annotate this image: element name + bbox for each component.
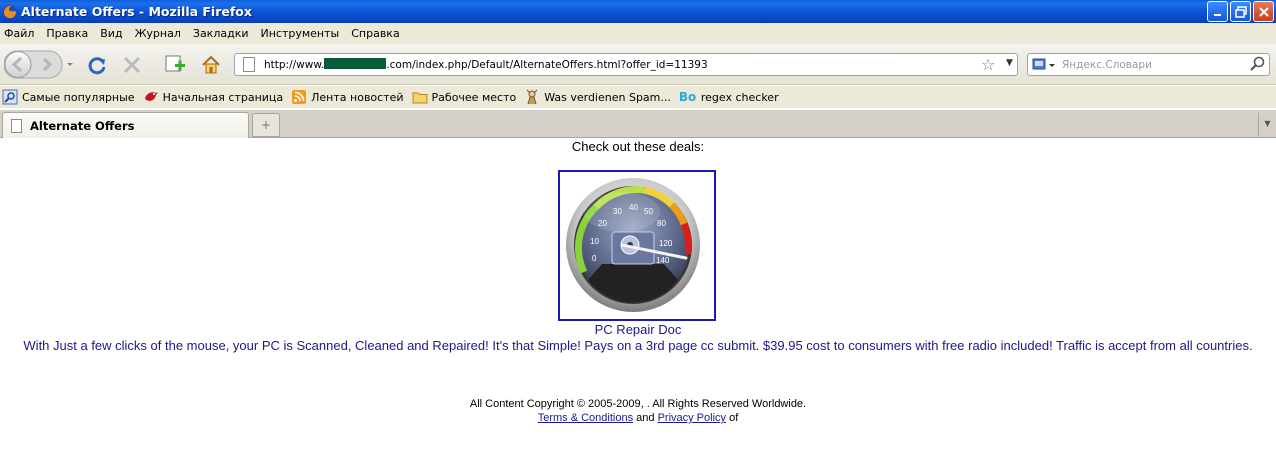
gauge-tick-label: 80 — [657, 219, 666, 228]
minimize-icon — [1213, 13, 1221, 16]
firefox-icon — [3, 4, 17, 19]
title-bar: Alternate Offers - Mozilla Firefox — [0, 0, 1276, 23]
reload-icon[interactable] — [86, 54, 108, 76]
menu-edit[interactable]: Правка — [46, 27, 88, 40]
and-text: and — [636, 412, 655, 424]
address-bar[interactable]: http://www. .com/index.php/Default/Altern… — [234, 53, 1018, 76]
tab-label: Alternate Offers — [30, 118, 135, 133]
privacy-link[interactable]: Privacy Policy — [658, 412, 726, 424]
back-forward-buttons[interactable] — [4, 50, 74, 79]
bo-icon: Bo — [678, 90, 697, 104]
puppet-icon — [526, 89, 538, 105]
redacted-block — [324, 58, 387, 69]
folder-icon — [412, 92, 428, 104]
url-dropdown-icon[interactable]: ▼ — [1006, 58, 1013, 68]
add-bookmark-icon[interactable] — [164, 54, 186, 76]
home-icon[interactable] — [200, 54, 222, 76]
menu-file[interactable]: Файл — [4, 27, 34, 40]
search-box[interactable]: Яндекс.Словари — [1027, 53, 1270, 76]
window-controls — [1207, 1, 1274, 22]
menu-tools[interactable]: Инструменты — [261, 27, 340, 40]
offer-description: With Just a few clicks of the mouse, you… — [23, 338, 1253, 353]
of-text: of — [729, 412, 739, 424]
maximize-button[interactable] — [1230, 1, 1251, 22]
bookmark-item[interactable]: Начальная страница — [143, 89, 283, 105]
menu-view[interactable]: Вид — [100, 27, 122, 40]
bookmark-item[interactable]: Bo regex checker — [679, 89, 779, 105]
menu-help[interactable]: Справка — [351, 27, 399, 40]
bookmark-item[interactable]: Лента новостей — [291, 89, 404, 105]
speedometer-image: 0 10 20 30 40 50 80 120 140 — [566, 178, 700, 312]
new-tab-button[interactable]: + — [252, 113, 280, 137]
tab-list-button[interactable]: ▼ — [1258, 113, 1276, 137]
menu-history[interactable]: Журнал — [135, 27, 181, 40]
url-text[interactable]: http://www. .com/index.php/Default/Altern… — [264, 58, 708, 71]
page-icon — [243, 57, 255, 72]
bookmark-star-icon[interactable]: ☆ — [981, 55, 995, 74]
bookmarks-toolbar: Самые популярные Начальная страница Лент… — [0, 86, 1276, 108]
window-title: Alternate Offers - Mozilla Firefox — [21, 4, 252, 19]
rss-icon — [292, 90, 307, 104]
search-icon — [2, 89, 18, 105]
search-engine-icon[interactable] — [1032, 57, 1056, 73]
close-button[interactable] — [1253, 1, 1274, 22]
gauge-tick-label: 140 — [656, 256, 670, 265]
stop-icon[interactable] — [121, 54, 143, 76]
restore-icon — [1234, 5, 1247, 18]
bookmark-item[interactable]: Самые популярные — [2, 89, 135, 105]
search-placeholder: Яндекс.Словари — [1062, 59, 1152, 71]
offer-image-link[interactable]: 0 10 20 30 40 50 80 120 140 — [558, 170, 716, 321]
gauge-tick-label: 10 — [590, 237, 599, 246]
gauge-tick-label: 0 — [592, 254, 597, 263]
navigation-toolbar: http://www. .com/index.php/Default/Altern… — [0, 44, 1276, 85]
footer-links: Terms & Conditions and Privacy Policy of — [0, 412, 1276, 424]
tab-bar: Alternate Offers + ▼ — [0, 110, 1276, 138]
page-icon — [11, 118, 22, 133]
bookmark-item[interactable]: Рабочее место — [412, 89, 516, 105]
close-icon — [1258, 6, 1269, 17]
tab-alternate-offers[interactable]: Alternate Offers — [2, 112, 249, 138]
menu-bookmarks[interactable]: Закладки — [193, 27, 249, 40]
terms-link[interactable]: Terms & Conditions — [538, 412, 633, 424]
page-content: Check out these deals: 0 10 20 30 40 50 … — [0, 138, 1276, 462]
menu-bar: Файл Правка Вид Журнал Закладки Инструме… — [0, 23, 1276, 44]
page-heading: Check out these deals: — [571, 139, 705, 154]
offer-title[interactable]: PC Repair Doc — [0, 322, 1276, 337]
copyright-text: All Content Copyright © 2005-2009, . All… — [469, 398, 807, 410]
bookmark-item[interactable]: Was verdienen Spam... — [524, 89, 671, 105]
gauge-tick-label: 120 — [659, 239, 673, 248]
search-icon[interactable] — [1249, 56, 1265, 72]
minimize-button[interactable] — [1207, 1, 1228, 22]
bird-icon — [144, 92, 158, 101]
